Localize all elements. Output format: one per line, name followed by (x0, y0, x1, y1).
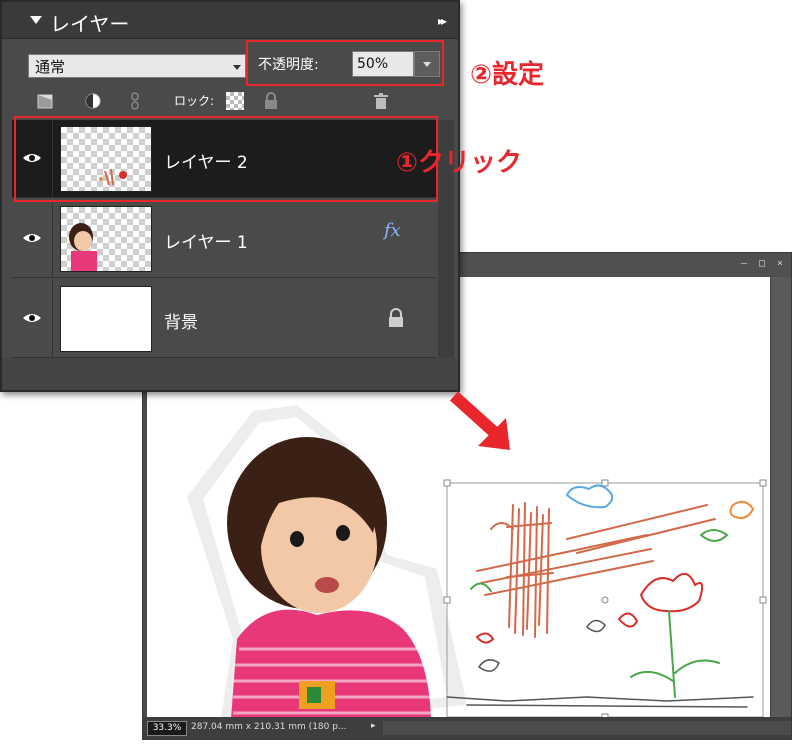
blend-mode-select[interactable]: 通常 (28, 54, 246, 78)
document-vertical-scrollbar[interactable] (770, 277, 791, 717)
blend-mode-value: 通常 (35, 58, 66, 76)
transform-bounding-box[interactable] (443, 479, 767, 717)
layer-row-background[interactable]: 背景 (12, 280, 436, 358)
layer-thumbnail (60, 286, 152, 352)
layer-2-highlight-box (14, 116, 438, 202)
opacity-highlight-box (246, 40, 444, 86)
lock-transparency-icon[interactable] (226, 92, 244, 110)
new-layer-icon[interactable] (36, 92, 54, 110)
eye-icon (23, 234, 41, 242)
layer-row-layer-1[interactable]: レイヤー 1 fx (12, 200, 436, 278)
zoom-level[interactable]: 33.3% (147, 721, 187, 736)
maximize-icon[interactable]: □ (755, 257, 769, 271)
lock-all-icon[interactable] (262, 92, 280, 110)
callout-step-2: ②設定 (470, 60, 545, 90)
visibility-toggle[interactable] (12, 200, 53, 277)
visibility-toggle[interactable] (12, 280, 53, 357)
layer-style-fx-icon[interactable]: fx (384, 220, 401, 241)
layer-name: 背景 (164, 313, 198, 333)
document-horizontal-scrollbar[interactable] (383, 721, 791, 735)
layer-thumbnail (60, 206, 152, 272)
red-arrow-icon (449, 391, 510, 450)
chevron-down-icon (233, 65, 241, 70)
photo-cutout (187, 405, 467, 717)
panel-title: レイヤー (50, 12, 130, 36)
layer-name: レイヤー 1 (164, 233, 248, 253)
minimize-icon[interactable]: – (737, 257, 751, 271)
document-status-bar: 33.3% 287.04 mm x 210.31 mm (180 p... ▸ (143, 717, 791, 739)
photo-thumbnail-art (69, 223, 97, 271)
trash-icon[interactable] (372, 92, 390, 110)
collapse-triangle-icon[interactable] (30, 16, 42, 24)
adjustment-layer-icon[interactable] (84, 92, 102, 110)
link-layers-icon[interactable] (126, 92, 144, 110)
eye-icon (23, 314, 41, 322)
status-menu-arrow-icon[interactable]: ▸ (371, 721, 376, 731)
panel-header: レイヤー ▸▸ (2, 2, 458, 39)
close-icon[interactable]: × (773, 257, 787, 271)
callout-step-1: ①クリック (396, 148, 523, 178)
lock-icon (389, 308, 403, 327)
lock-label: ロック: (174, 94, 215, 108)
layers-toolbar: ロック: (2, 84, 458, 116)
crayon-drawing (446, 484, 755, 708)
panel-footer (2, 358, 458, 390)
document-size-info: 287.04 mm x 210.31 mm (180 p... (191, 722, 347, 732)
panel-menu-icon[interactable]: ▸▸ (438, 14, 447, 28)
